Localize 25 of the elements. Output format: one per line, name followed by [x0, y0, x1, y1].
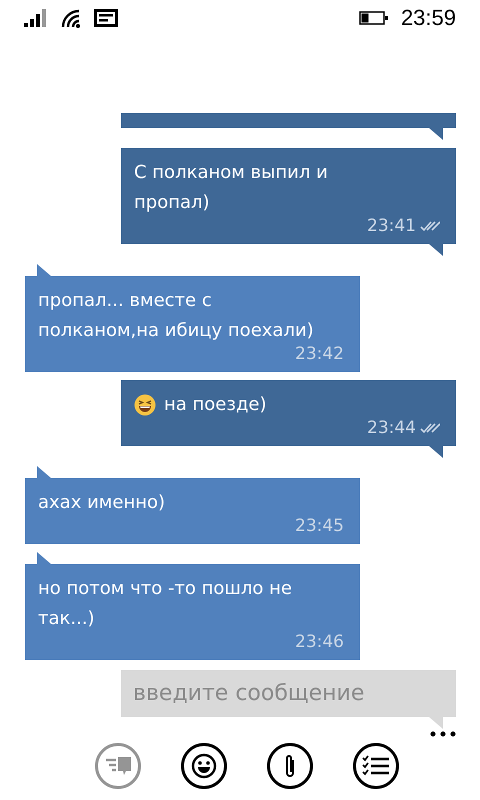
battery-icon — [358, 11, 389, 25]
message-input-field[interactable]: введите сообщение — [121, 670, 456, 717]
wifi-icon — [60, 8, 82, 28]
message-text: ахах именно) — [38, 491, 166, 515]
message-time: 23:44 — [367, 418, 416, 438]
message-text: на поезде) — [164, 393, 266, 417]
chat-lines-icon — [104, 755, 132, 777]
list-button[interactable] — [352, 743, 398, 789]
attach-button[interactable] — [266, 743, 312, 789]
message-icon — [94, 9, 118, 27]
message-time: 23:41 — [367, 216, 416, 236]
message-time: 23:46 — [295, 632, 344, 652]
message-text: но потом что -то пошло не так...) — [38, 577, 293, 631]
message-time: 23:45 — [295, 516, 344, 536]
input-tail — [429, 717, 443, 729]
message-time: 23:42 — [295, 344, 344, 364]
smiley-icon — [190, 753, 216, 779]
emoji-button[interactable] — [180, 743, 226, 789]
more-icon[interactable] — [430, 731, 456, 737]
message-text: пропал... вместе с полканом,на ибицу поехали) — [38, 289, 315, 343]
message-text: С полканом выпил и пропал) — [134, 161, 329, 215]
bubble-tail — [429, 128, 443, 140]
signal-icon — [24, 9, 48, 27]
checklist-icon — [362, 755, 390, 777]
clock: 23:59 — [400, 5, 456, 31]
